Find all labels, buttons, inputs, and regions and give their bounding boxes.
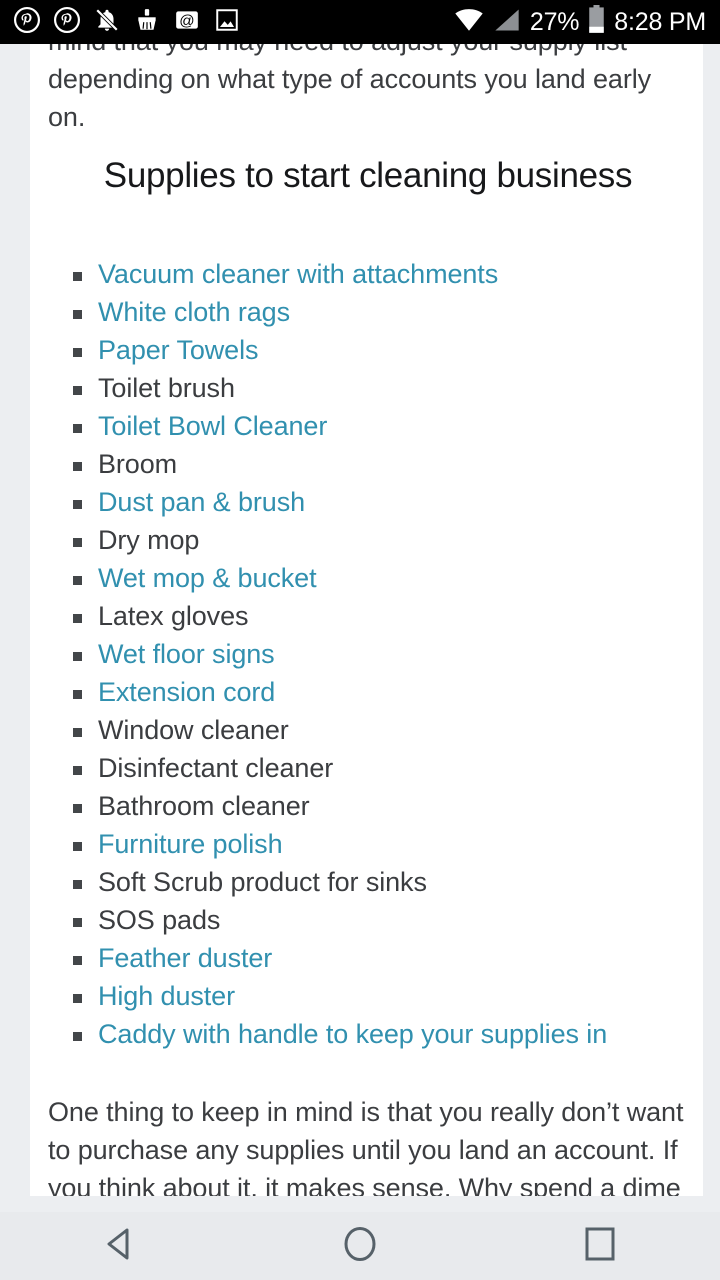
supply-list-item: Latex gloves xyxy=(48,597,688,635)
supply-list-item-link[interactable]: Wet mop & bucket xyxy=(48,559,688,597)
phone-screen: mind that you may need to adjust your su… xyxy=(0,0,720,1280)
home-circle-icon xyxy=(336,1220,384,1273)
notifications-muted-icon xyxy=(94,7,120,38)
supply-list-item-link[interactable]: Wet floor signs xyxy=(48,635,688,673)
back-triangle-icon xyxy=(96,1220,144,1273)
back-button[interactable] xyxy=(0,1212,240,1280)
supply-list-item: Broom xyxy=(48,445,688,483)
supply-list-item: Dry mop xyxy=(48,521,688,559)
browser-page[interactable]: mind that you may need to adjust your su… xyxy=(0,0,720,1212)
cellular-signal-icon xyxy=(493,8,521,37)
supplies-list: Vacuum cleaner with attachments White clo… xyxy=(48,255,688,1053)
broom-icon xyxy=(134,7,160,38)
supply-list-item-link[interactable]: Feather duster xyxy=(48,939,688,977)
battery-percent-label: 27% xyxy=(529,7,580,36)
supply-list-item: Disinfectant cleaner xyxy=(48,749,688,787)
supply-list-item-link[interactable]: Extension cord xyxy=(48,673,688,711)
status-bar-notification-icons: @ xyxy=(14,6,240,38)
supply-list-item-link[interactable]: High duster xyxy=(48,977,688,1015)
page-bottom-edge xyxy=(0,1196,720,1212)
screenshot-image-icon xyxy=(214,7,240,38)
supply-list-item-link[interactable]: Furniture polish xyxy=(48,825,688,863)
svg-text:@: @ xyxy=(179,12,194,29)
supply-list-item-link[interactable]: Caddy with handle to keep your supplies … xyxy=(48,1015,688,1053)
section-heading: Supplies to start cleaning business xyxy=(103,156,633,195)
home-button[interactable] xyxy=(240,1212,480,1280)
pinterest-icon xyxy=(54,6,80,38)
android-navigation-bar xyxy=(0,1212,720,1280)
status-bar-system-icons: 27% 8:28 PM xyxy=(454,5,706,39)
supply-list-item: Toilet brush xyxy=(48,369,688,407)
battery-low-icon xyxy=(588,5,605,39)
supply-list-item: Soft Scrub product for sinks xyxy=(48,863,688,901)
clock-label: 8:28 PM xyxy=(614,7,706,36)
email-at-icon: @ xyxy=(174,7,200,38)
supply-list-item-link[interactable]: White cloth rags xyxy=(48,293,688,331)
supply-list-item-link[interactable]: Dust pan & brush xyxy=(48,483,688,521)
supply-list-item-link[interactable]: Paper Towels xyxy=(48,331,688,369)
article-card: mind that you may need to adjust your su… xyxy=(30,0,703,1212)
wifi-icon xyxy=(454,8,484,37)
supply-list-item-link[interactable]: Vacuum cleaner with attachments xyxy=(48,255,688,293)
recents-square-icon xyxy=(576,1220,624,1273)
status-bar: @ 27% 8:28 PM xyxy=(0,0,720,44)
recents-button[interactable] xyxy=(480,1212,720,1280)
supply-list-item: Window cleaner xyxy=(48,711,688,749)
pinterest-icon xyxy=(14,6,40,38)
supply-list-item: Bathroom cleaner xyxy=(48,787,688,825)
closing-paragraph: One thing to keep in mind is that you re… xyxy=(48,1097,684,1203)
supply-list-item: SOS pads xyxy=(48,901,688,939)
supply-list-item-link[interactable]: Toilet Bowl Cleaner xyxy=(48,407,688,445)
